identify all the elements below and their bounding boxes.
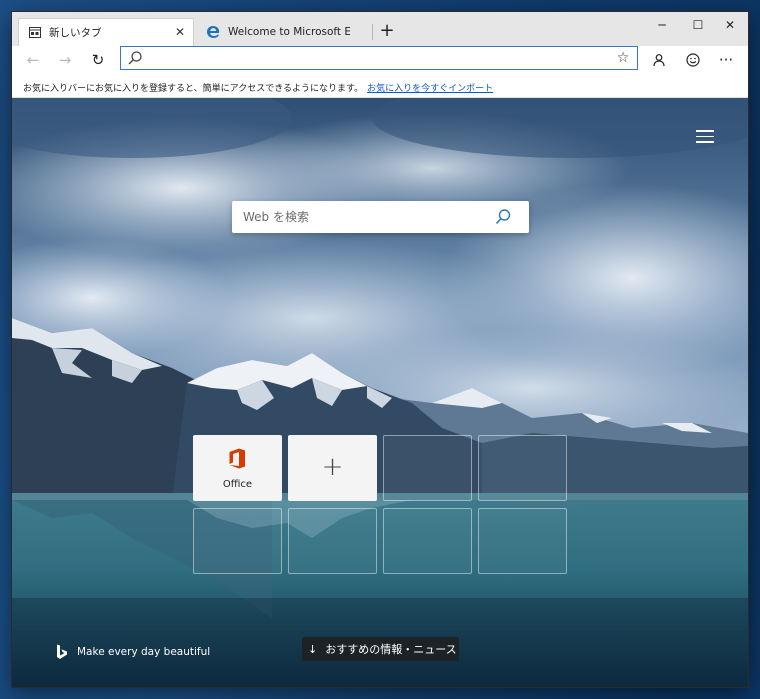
plus-icon: + xyxy=(321,452,344,482)
favorites-bar: お気に入りバーにお気に入りを登録すると、簡単にアクセスできるようになります。 お気… xyxy=(12,74,748,98)
tab-new-tab[interactable]: 新しいタブ ✕ xyxy=(18,18,194,46)
edge-logo-icon xyxy=(207,26,220,38)
empty-site-tile xyxy=(193,508,282,574)
news-button-label: おすすめの情報・ニュース xyxy=(325,643,457,656)
tile-label: Office xyxy=(222,479,253,490)
top-site-tile-office[interactable]: Office xyxy=(193,435,282,501)
feedback-button[interactable] xyxy=(680,49,706,71)
empty-site-tile xyxy=(478,508,567,574)
empty-site-tile xyxy=(288,508,377,574)
toolbar: ← → ↻ ☆ ··· xyxy=(12,46,748,74)
search-icon[interactable] xyxy=(494,208,512,226)
tab-divider xyxy=(372,24,373,40)
web-search-input[interactable] xyxy=(243,208,483,226)
close-window-button[interactable]: ✕ xyxy=(712,14,748,36)
favorites-bar-message: お気に入りバーにお気に入りを登録すると、簡単にアクセスできるようになります。 お気… xyxy=(23,81,493,94)
back-button[interactable]: ← xyxy=(20,49,46,71)
refresh-button[interactable]: ↻ xyxy=(85,49,111,71)
tab-welcome[interactable]: Welcome to Microsoft Edge Dev xyxy=(196,18,368,46)
import-favorites-link[interactable]: お気に入りを今すぐインポート xyxy=(367,84,493,94)
more-button[interactable]: ··· xyxy=(713,49,739,71)
tab-title: Welcome to Microsoft Edge Dev xyxy=(228,26,350,38)
page-settings-menu-icon[interactable] xyxy=(696,130,714,144)
empty-site-tile xyxy=(383,435,472,501)
add-site-tile[interactable]: + xyxy=(288,435,377,501)
person-icon xyxy=(653,54,665,67)
tab-close-icon[interactable]: ✕ xyxy=(173,25,187,39)
new-tab-button[interactable]: + xyxy=(376,20,398,42)
empty-site-tile xyxy=(383,508,472,574)
address-bar[interactable]: ☆ xyxy=(120,46,638,70)
profile-button[interactable] xyxy=(646,49,672,71)
smiley-icon xyxy=(686,53,700,67)
search-icon xyxy=(128,51,142,65)
minimize-button[interactable]: ─ xyxy=(644,14,680,36)
browser-window: 新しいタブ ✕ Welcome to Microsoft Edge Dev + … xyxy=(12,12,748,687)
arrow-down-icon: ↓ xyxy=(308,642,318,656)
title-bar: 新しいタブ ✕ Welcome to Microsoft Edge Dev + … xyxy=(12,12,748,46)
tab-title: 新しいタブ xyxy=(49,27,102,39)
bing-logo-icon xyxy=(57,644,67,659)
image-credit[interactable]: Make every day beautiful xyxy=(56,644,210,660)
web-search-box[interactable] xyxy=(232,201,529,233)
empty-site-tile xyxy=(478,435,567,501)
newtab-page: Office + Make every day beautiful ↓ おすすめ… xyxy=(12,98,748,687)
bing-credit-text: Make every day beautiful xyxy=(77,646,211,658)
address-input[interactable] xyxy=(149,49,609,67)
favorites-message-text: お気に入りバーにお気に入りを登録すると、簡単にアクセスできるようになります。 xyxy=(23,84,364,94)
news-feed-button[interactable]: ↓ おすすめの情報・ニュース xyxy=(302,637,459,661)
favorite-star-icon[interactable]: ☆ xyxy=(615,49,631,67)
office-icon xyxy=(229,448,245,469)
forward-button[interactable]: → xyxy=(52,49,78,71)
maximize-button[interactable]: ☐ xyxy=(680,14,716,36)
newtab-icon xyxy=(29,27,41,38)
background-image xyxy=(12,98,748,687)
